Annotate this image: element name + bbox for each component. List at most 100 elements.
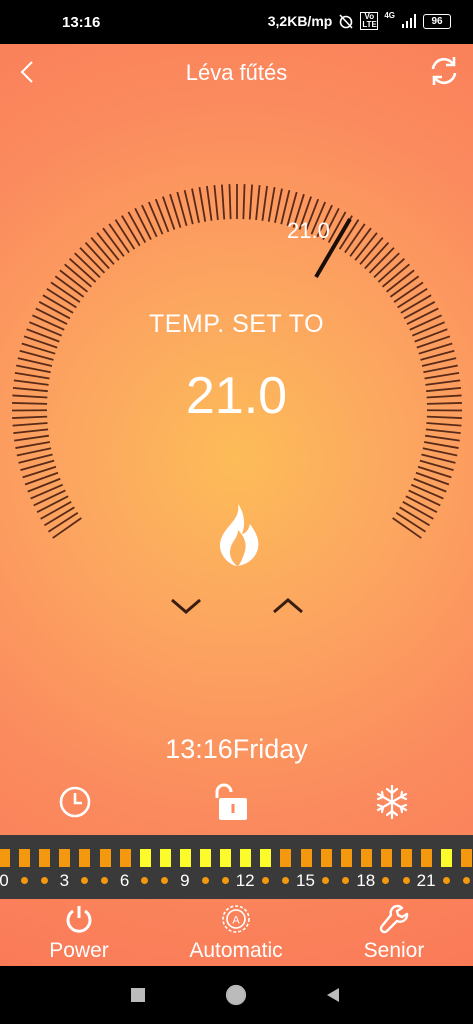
schedule-slot[interactable]	[200, 849, 211, 867]
dial-tick	[402, 500, 434, 520]
dial-tick	[30, 483, 64, 500]
dial-tick	[46, 287, 77, 309]
svg-text:A: A	[232, 915, 240, 927]
bottom-nav: Power A Automatic Senior	[0, 899, 473, 966]
schedule-hour-label: 3	[59, 871, 70, 890]
dial-tick	[52, 517, 82, 539]
schedule-slot[interactable]	[240, 849, 252, 867]
schedule-slot[interactable]	[320, 849, 332, 867]
flame-icon	[219, 504, 259, 566]
dial-tick	[27, 477, 61, 493]
schedule-slot[interactable]	[280, 849, 292, 867]
current-day: Friday	[232, 734, 308, 764]
dial-tick	[15, 441, 51, 449]
home-icon[interactable]	[225, 984, 247, 1006]
dial-tick	[50, 281, 81, 303]
dial-tick	[183, 189, 194, 225]
schedule-hour-dot	[20, 877, 28, 884]
schedule-slot[interactable]	[441, 849, 453, 867]
dial-tick	[395, 511, 427, 533]
dial-tick	[242, 184, 246, 220]
decrease-temp-button[interactable]	[168, 594, 204, 618]
dial-tick	[205, 185, 213, 221]
dial-tick	[423, 441, 459, 449]
schedule-slot[interactable]	[300, 849, 312, 867]
dial-tick	[114, 219, 136, 250]
power-button[interactable]: Power	[14, 903, 144, 963]
schedule-slot[interactable]	[380, 849, 392, 867]
schedule-hour-dot	[101, 877, 108, 884]
battery-indicator: 96	[423, 13, 451, 29]
dial-tick	[392, 517, 422, 539]
dial-marker-value: 21.0	[287, 218, 330, 243]
dial-tick	[410, 483, 444, 500]
dial-tick	[14, 434, 50, 442]
schedule-slot[interactable]	[119, 849, 131, 867]
dial-tick	[13, 428, 49, 435]
schedule-slot[interactable]	[139, 849, 151, 867]
schedule-slot[interactable]	[401, 849, 412, 867]
dial-tick	[255, 185, 261, 221]
system-nav-bar	[0, 966, 473, 1024]
dial-tick	[141, 204, 158, 238]
dial-tick	[228, 184, 232, 220]
dial-tick	[213, 185, 219, 221]
schedule-slot[interactable]	[59, 849, 71, 867]
dial-tick	[421, 357, 457, 367]
dial-tick	[108, 223, 130, 254]
set-temp-value: 21.0	[185, 367, 288, 425]
schedule-slot[interactable]	[99, 849, 111, 867]
senior-label: Senior	[363, 939, 425, 962]
dial-tick	[397, 287, 428, 309]
schedule-slot[interactable]	[421, 849, 433, 867]
current-time-day: 13:16Friday	[0, 734, 473, 765]
back-nav-icon[interactable]	[325, 987, 341, 1003]
status-bar: 13:16 3,2KB/mp Vo LTE 4G 96	[0, 0, 473, 44]
daily-schedule[interactable]: 0 3 6 9 12 15 18 21	[0, 835, 473, 899]
schedule-hour-dot	[281, 877, 289, 884]
schedule-slot[interactable]	[39, 849, 51, 867]
dial-tick	[274, 188, 283, 224]
dial-tick	[121, 215, 141, 247]
snowflake-icon[interactable]	[374, 784, 410, 820]
schedule-slot[interactable]	[360, 849, 372, 867]
schedule-slot[interactable]	[461, 849, 473, 867]
dial-tick	[43, 506, 75, 527]
dial-ticks	[11, 184, 463, 539]
status-indicators: 3,2KB/mp Vo LTE 4G 96	[268, 11, 451, 30]
schedule-bars	[0, 849, 473, 867]
dial-tick	[16, 447, 52, 457]
power-label: Power	[49, 939, 109, 962]
schedule-slot[interactable]	[340, 849, 352, 867]
schedule-slot[interactable]	[19, 849, 31, 867]
dial-tick	[421, 453, 456, 464]
alarm-off-icon	[339, 14, 353, 29]
dial-tick	[127, 211, 147, 244]
schedule-hour-label: 15	[296, 871, 315, 890]
dial-tick	[399, 506, 431, 527]
schedule-slot[interactable]	[79, 849, 91, 867]
clock-icon[interactable]	[57, 784, 93, 820]
unlock-icon[interactable]	[211, 782, 251, 822]
schedule-slot[interactable]	[220, 849, 232, 867]
automatic-button[interactable]: A Automatic	[171, 903, 301, 963]
dial-tick	[405, 495, 438, 514]
schedule-slot[interactable]	[159, 849, 171, 867]
dial-tick	[221, 184, 226, 220]
schedule-slot[interactable]	[0, 849, 10, 867]
recent-apps-icon[interactable]	[131, 988, 145, 1002]
schedule-slot[interactable]	[260, 849, 272, 867]
dial-tick	[422, 447, 458, 457]
schedule-hour-dot	[80, 877, 88, 884]
schedule-hour-dot	[40, 877, 48, 884]
dial-tick	[267, 187, 276, 222]
volte-badge: Vo LTE	[360, 12, 379, 30]
dial-tick	[17, 357, 53, 367]
schedule-hour-dot	[141, 877, 149, 884]
schedule-slot[interactable]	[179, 849, 191, 867]
senior-button[interactable]: Senior	[329, 903, 459, 963]
dial-tick	[36, 495, 69, 514]
increase-temp-button[interactable]	[270, 594, 306, 618]
signal-icon	[402, 14, 416, 28]
schedule-hour-dot	[221, 877, 229, 884]
